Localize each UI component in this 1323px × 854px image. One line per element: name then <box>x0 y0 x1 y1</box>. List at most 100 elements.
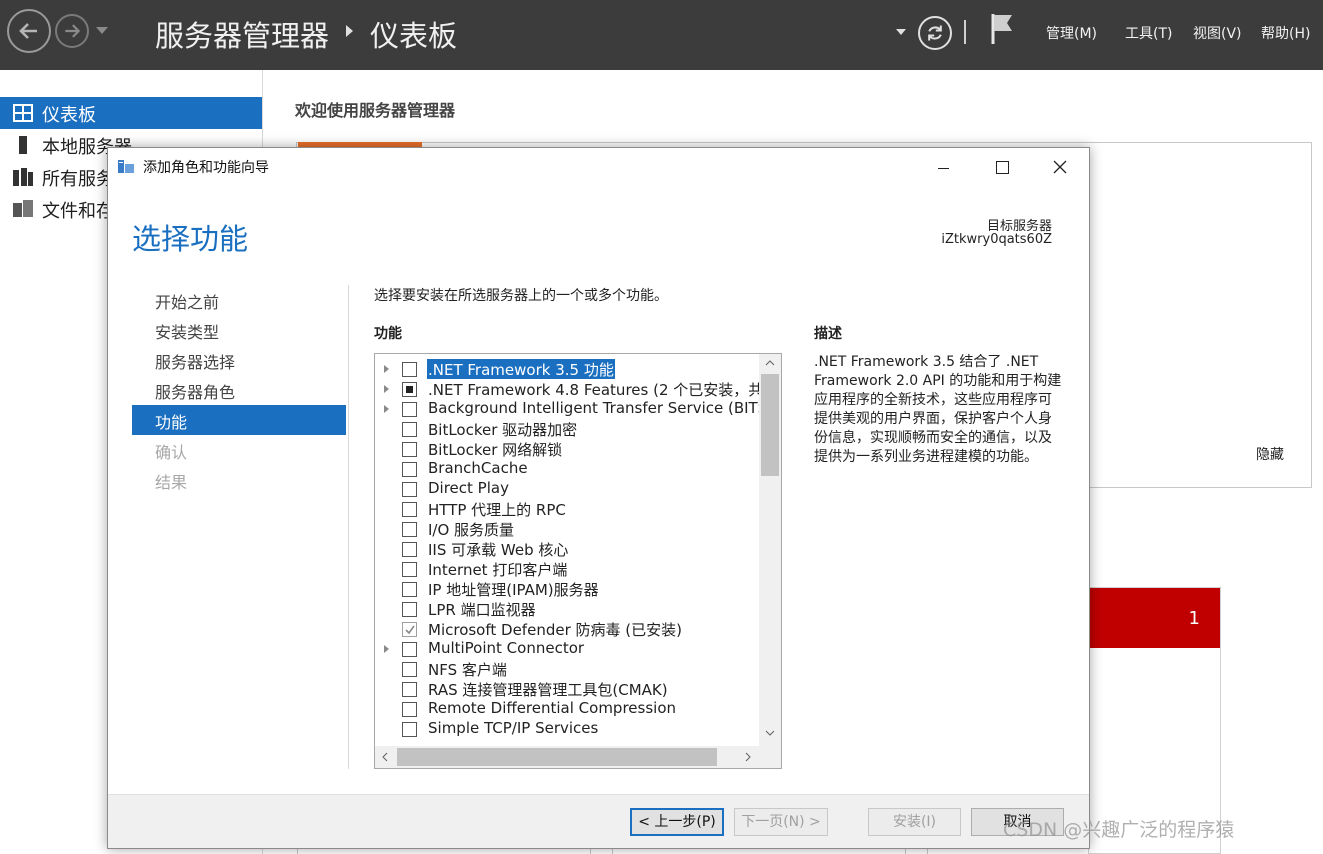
feature-checkbox[interactable] <box>402 542 417 557</box>
feature-label: .NET Framework 3.5 功能 <box>427 359 615 379</box>
server-tile[interactable]: 1 <box>1088 587 1221 854</box>
feature-checkbox[interactable] <box>402 582 417 597</box>
sidebar-item-dashboard[interactable]: 仪表板 <box>0 97 262 129</box>
feature-item[interactable]: I/O 服务质量 <box>375 519 759 539</box>
step-label: 结果 <box>155 473 188 492</box>
feature-checkbox[interactable] <box>402 682 417 697</box>
notifications-flag-icon[interactable] <box>990 12 1016 50</box>
feature-checkbox[interactable] <box>402 502 417 517</box>
header-dropdown-icon[interactable] <box>896 29 906 35</box>
previous-button[interactable]: < 上一步(P) <box>630 808 724 836</box>
history-dropdown-icon[interactable] <box>96 27 108 34</box>
vertical-scroll-thumb[interactable] <box>761 374 779 476</box>
feature-checkbox[interactable] <box>402 382 417 397</box>
feature-item[interactable]: Microsoft Defender 防病毒 (已安装) <box>375 619 759 639</box>
maximize-button[interactable] <box>981 152 1023 182</box>
vertical-scrollbar[interactable] <box>759 354 781 746</box>
header-divider <box>964 20 966 44</box>
expand-arrow-icon[interactable] <box>384 645 389 653</box>
feature-item[interactable]: IIS 可承载 Web 核心 <box>375 539 759 559</box>
feature-item[interactable]: MultiPoint Connector <box>375 639 759 659</box>
feature-item[interactable]: .NET Framework 4.8 Features (2 个已安装，共 7 <box>375 379 759 399</box>
checkmark-icon <box>405 625 415 635</box>
expand-arrow-icon[interactable] <box>384 365 389 373</box>
feature-label: BitLocker 网络解锁 <box>428 441 563 459</box>
arrow-left-icon <box>19 23 37 39</box>
menu-manage[interactable]: 管理(M) <box>1046 23 1097 43</box>
feature-label: BitLocker 驱动器加密 <box>428 421 578 439</box>
feature-checkbox[interactable] <box>402 522 417 537</box>
step-label: 确认 <box>155 443 188 462</box>
feature-item[interactable]: .NET Framework 3.5 功能 <box>375 359 759 379</box>
feature-label: NFS 客户端 <box>428 661 507 679</box>
install-button: 安装(I) <box>868 808 961 836</box>
tile-header: 1 <box>1089 588 1220 648</box>
feature-item[interactable]: RAS 连接管理器管理工具包(CMAK) <box>375 679 759 699</box>
scroll-left-icon[interactable] <box>382 752 388 762</box>
hide-link[interactable]: 隐藏 <box>1256 444 1284 464</box>
feature-item[interactable]: NFS 客户端 <box>375 659 759 679</box>
step-label: 功能 <box>155 413 188 432</box>
feature-item[interactable]: HTTP 代理上的 RPC <box>375 499 759 519</box>
feature-checkbox[interactable] <box>402 402 417 417</box>
feature-item[interactable]: Direct Play <box>375 479 759 499</box>
feature-item[interactable]: BitLocker 网络解锁 <box>375 439 759 459</box>
feature-label: Simple TCP/IP Services <box>428 719 599 737</box>
expand-arrow-icon[interactable] <box>384 385 389 393</box>
feature-checkbox[interactable] <box>402 662 417 677</box>
feature-checkbox[interactable] <box>402 442 417 457</box>
feature-checkbox[interactable] <box>402 722 417 737</box>
feature-item[interactable]: Internet 打印客户端 <box>375 559 759 579</box>
feature-item[interactable]: Background Intelligent Transfer Service … <box>375 399 759 419</box>
back-button[interactable] <box>7 9 51 53</box>
feature-checkbox[interactable] <box>402 362 417 377</box>
scroll-right-icon[interactable] <box>745 752 751 762</box>
feature-label: RAS 连接管理器管理工具包(CMAK) <box>428 681 668 699</box>
horizontal-scroll-thumb[interactable] <box>397 748 717 766</box>
feature-item[interactable]: LPR 端口监视器 <box>375 599 759 619</box>
dialog-title: 添加角色和功能向导 <box>143 160 269 176</box>
step-before-you-begin[interactable]: 开始之前 <box>132 285 346 315</box>
feature-checkbox[interactable] <box>402 562 417 577</box>
dashboard-icon <box>13 104 33 122</box>
step-results: 结果 <box>132 465 346 495</box>
feature-checkbox[interactable] <box>402 482 417 497</box>
features-tree[interactable]: .NET Framework 3.5 功能 .NET Framework 4.8 … <box>374 353 782 769</box>
forward-button[interactable] <box>55 14 89 48</box>
feature-checkbox[interactable] <box>402 702 417 717</box>
menu-tools[interactable]: 工具(T) <box>1125 23 1172 43</box>
minimize-button[interactable] <box>922 152 964 182</box>
next-button: 下一页(N) > <box>734 808 828 836</box>
feature-item[interactable]: BranchCache <box>375 459 759 479</box>
scroll-up-icon[interactable] <box>765 360 775 366</box>
step-confirmation: 确认 <box>132 435 346 465</box>
step-label: 安装类型 <box>155 323 220 342</box>
feature-checkbox <box>402 622 417 637</box>
feature-checkbox[interactable] <box>402 422 417 437</box>
dialog-titlebar[interactable]: 添加角色和功能向导 <box>108 148 1089 184</box>
menu-view[interactable]: 视图(V) <box>1193 23 1242 43</box>
close-icon <box>1053 160 1067 174</box>
menu-help[interactable]: 帮助(H) <box>1261 23 1310 43</box>
description-text: .NET Framework 3.5 结合了 .NET Framework 2.… <box>814 354 1062 465</box>
close-button[interactable] <box>1039 152 1081 182</box>
feature-item[interactable]: Remote Differential Compression <box>375 699 759 719</box>
horizontal-scrollbar[interactable] <box>375 746 781 768</box>
feature-item[interactable]: Simple TCP/IP Services <box>375 719 759 739</box>
feature-label: BranchCache <box>428 459 528 477</box>
step-server-roles[interactable]: 服务器角色 <box>132 375 346 405</box>
feature-item[interactable]: BitLocker 驱动器加密 <box>375 419 759 439</box>
step-installation-type[interactable]: 安装类型 <box>132 315 346 345</box>
expand-arrow-icon[interactable] <box>384 405 389 413</box>
instruction-text: 选择要安装在所选服务器上的一个或多个功能。 <box>374 288 668 304</box>
step-features[interactable]: 功能 <box>132 405 346 435</box>
feature-label: IP 地址管理(IPAM)服务器 <box>428 581 599 599</box>
feature-checkbox[interactable] <box>402 642 417 657</box>
step-server-selection[interactable]: 服务器选择 <box>132 345 346 375</box>
feature-item[interactable]: IP 地址管理(IPAM)服务器 <box>375 579 759 599</box>
feature-checkbox[interactable] <box>402 602 417 617</box>
watermark: CSDN @兴趣广泛的程序猿 <box>1003 819 1235 841</box>
refresh-button[interactable] <box>918 16 952 50</box>
feature-checkbox[interactable] <box>402 462 417 477</box>
scroll-down-icon[interactable] <box>765 730 775 736</box>
